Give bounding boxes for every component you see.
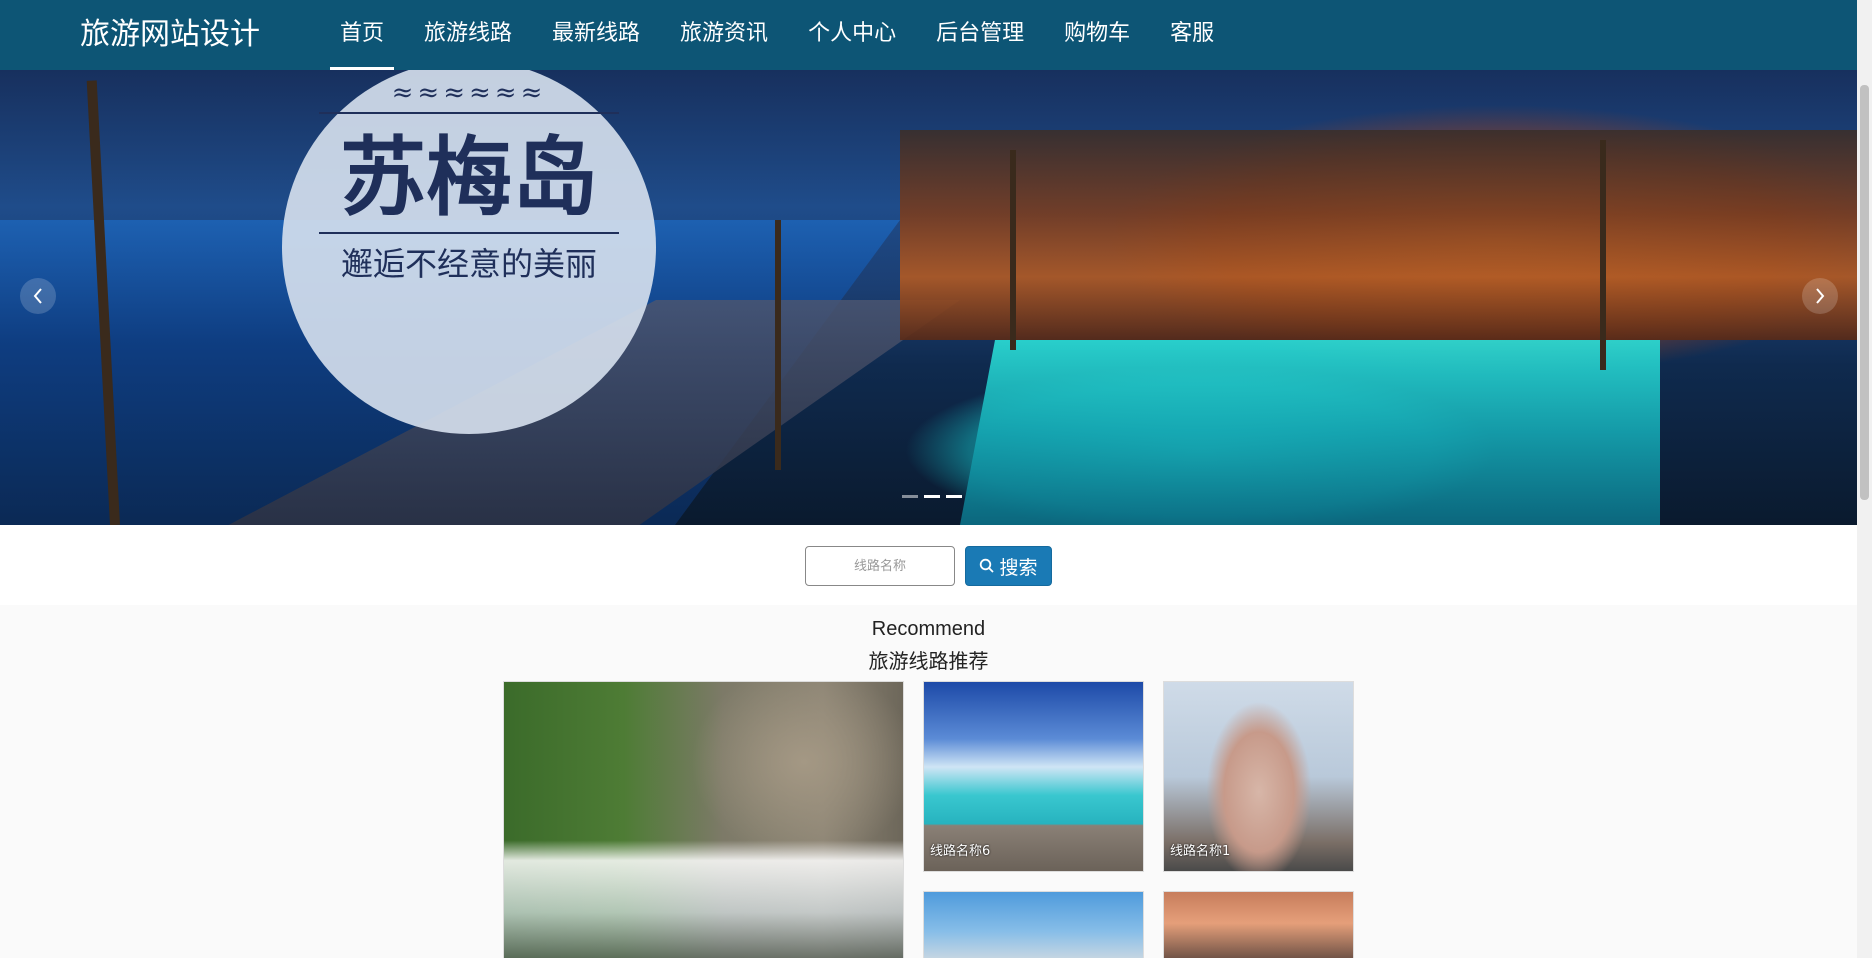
- scrollbar-thumb[interactable]: [1860, 85, 1869, 500]
- carousel-indicator[interactable]: [946, 495, 962, 498]
- nav-item-cart[interactable]: 购物车: [1044, 0, 1150, 70]
- search-section: 搜索: [0, 525, 1857, 605]
- carousel-image-pool: [960, 340, 1660, 525]
- search-button[interactable]: 搜索: [965, 546, 1052, 586]
- nav-item-user-center[interactable]: 个人中心: [788, 0, 916, 70]
- chevron-left-icon: [33, 288, 42, 304]
- badge-divider: [319, 112, 619, 114]
- carousel-indicator[interactable]: [924, 495, 940, 498]
- nav-item-home[interactable]: 首页: [320, 0, 404, 70]
- nav-item-support[interactable]: 客服: [1150, 0, 1234, 70]
- navbar: 旅游网站设计 首页 旅游线路 最新线路 旅游资讯 个人中心 后台管理 购物车 客…: [0, 0, 1857, 70]
- carousel-prev-button[interactable]: [20, 278, 56, 314]
- site-brand[interactable]: 旅游网站设计: [80, 0, 260, 70]
- badge-subtitle: 邂逅不经意的美丽: [340, 245, 597, 283]
- route-card-label: 线路名称6: [930, 844, 991, 859]
- route-card[interactable]: 线路名称6: [923, 681, 1144, 872]
- carousel-image-resort: [900, 130, 1857, 340]
- nav-menu: 首页 旅游线路 最新线路 旅游资讯 个人中心 后台管理 购物车 客服: [320, 0, 1234, 70]
- recommend-heading-en: Recommend: [871, 618, 986, 640]
- palm-tree-trunk: [1600, 140, 1606, 370]
- nav-item-admin[interactable]: 后台管理: [916, 0, 1044, 70]
- palm-tree-trunk: [775, 220, 781, 470]
- search-button-label: 搜索: [999, 556, 1038, 579]
- route-search-input[interactable]: [805, 546, 955, 586]
- badge-ornament: ≈≈≈≈≈≈: [391, 78, 547, 108]
- search-icon: [980, 558, 995, 573]
- chevron-right-icon: [1816, 288, 1825, 304]
- nav-item-latest-routes[interactable]: 最新线路: [532, 0, 660, 70]
- route-card[interactable]: [503, 681, 904, 958]
- destination-badge: ≈≈≈≈≈≈ 苏梅岛 邂逅不经意的美丽: [282, 70, 656, 434]
- route-card[interactable]: [923, 891, 1144, 958]
- palm-tree-trunk: [1010, 150, 1016, 350]
- carousel-next-button[interactable]: [1802, 278, 1838, 314]
- recommend-heading-cn: 旅游线路推荐: [868, 649, 989, 673]
- route-card-label: 线路名称1: [1170, 844, 1231, 859]
- badge-title: 苏梅岛: [340, 127, 598, 228]
- carousel-indicator[interactable]: [902, 495, 918, 498]
- nav-item-travel-news[interactable]: 旅游资讯: [660, 0, 788, 70]
- page-scrollbar[interactable]: [1857, 0, 1872, 958]
- hero-carousel: ≈≈≈≈≈≈ 苏梅岛 邂逅不经意的美丽: [0, 70, 1857, 525]
- nav-item-travel-routes[interactable]: 旅游线路: [404, 0, 532, 70]
- carousel-indicators: [902, 495, 962, 498]
- badge-divider: [319, 232, 619, 234]
- route-card[interactable]: 线路名称1: [1163, 681, 1354, 872]
- route-card[interactable]: [1163, 891, 1354, 958]
